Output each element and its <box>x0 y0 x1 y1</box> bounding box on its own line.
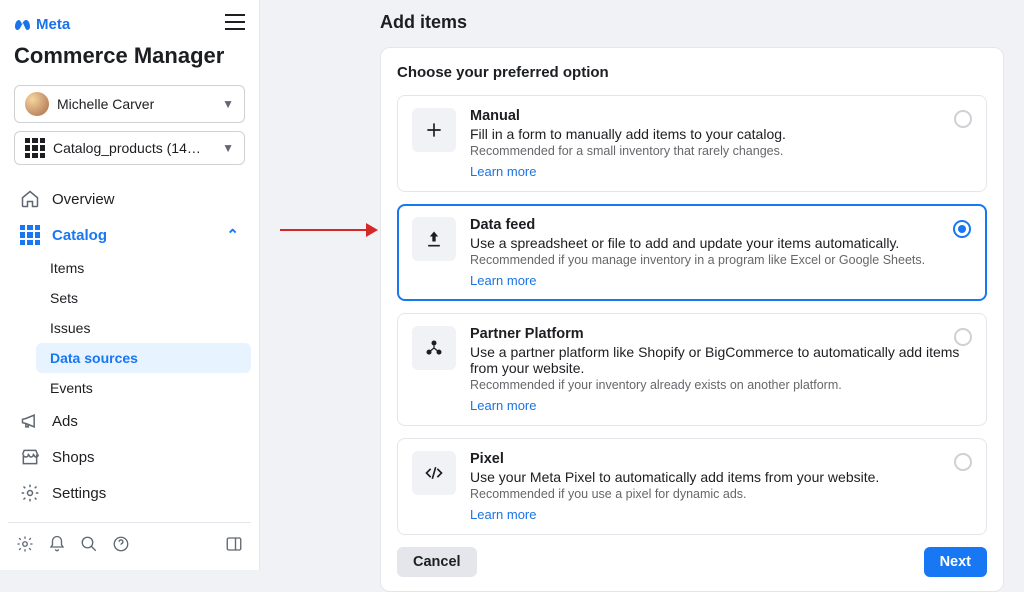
panel-toggle-icon[interactable] <box>225 535 243 558</box>
options-panel: Choose your preferred option Manual Fill… <box>380 47 1004 592</box>
option-partner-platform[interactable]: Partner Platform Use a partner platform … <box>397 313 987 426</box>
sidebar-subitem-issues[interactable]: Issues <box>36 313 251 343</box>
meta-icon <box>14 19 32 31</box>
catalog-dropdown[interactable]: Catalog_products (14474070… ▼ <box>14 131 245 165</box>
catalog-label: Catalog_products (14474070… <box>53 140 203 156</box>
menu-icon[interactable] <box>225 14 245 35</box>
sidebar-item-label: Settings <box>52 485 106 502</box>
learn-more-link[interactable]: Learn more <box>470 164 786 179</box>
help-icon[interactable] <box>112 535 130 558</box>
option-title: Data feed <box>470 217 925 233</box>
radio-button[interactable] <box>954 453 972 471</box>
radio-button[interactable] <box>953 220 971 238</box>
upload-icon <box>412 217 456 261</box>
option-rec: Recommended for a small inventory that r… <box>470 144 786 158</box>
option-pixel[interactable]: Pixel Use your Meta Pixel to automatical… <box>397 438 987 535</box>
account-dropdown[interactable]: Michelle Carver ▼ <box>14 85 245 123</box>
option-desc: Use a spreadsheet or file to add and upd… <box>470 235 925 251</box>
sidebar-item-label: Overview <box>52 191 115 208</box>
code-icon <box>412 451 456 495</box>
page-title: Add items <box>380 6 1004 47</box>
option-manual[interactable]: Manual Fill in a form to manually add it… <box>397 95 987 192</box>
partner-icon <box>412 326 456 370</box>
option-title: Manual <box>470 108 786 124</box>
sidebar-item-label: Catalog <box>52 227 107 244</box>
sidebar-item-label: Shops <box>52 449 95 466</box>
grid-icon <box>25 138 45 158</box>
chevron-down-icon: ▼ <box>222 141 234 155</box>
sidebar: Meta Commerce Manager Michelle Carver ▼ … <box>0 0 260 570</box>
sidebar-item-overview[interactable]: Overview <box>8 181 251 217</box>
nav: Overview Catalog ⌃ Items Sets Issues Dat… <box>8 181 251 511</box>
learn-more-link[interactable]: Learn more <box>470 398 972 413</box>
cancel-button[interactable]: Cancel <box>397 547 477 577</box>
option-data-feed[interactable]: Data feed Use a spreadsheet or file to a… <box>397 204 987 301</box>
app-title: Commerce Manager <box>8 43 251 81</box>
main-content: Add items Choose your preferred option M… <box>260 0 1024 570</box>
panel-title: Choose your preferred option <box>397 64 987 81</box>
option-title: Pixel <box>470 451 879 467</box>
sidebar-subitem-sets[interactable]: Sets <box>36 283 251 313</box>
sidebar-subitem-items[interactable]: Items <box>36 253 251 283</box>
chevron-up-icon: ⌃ <box>226 226 239 244</box>
option-rec: Recommended if you manage inventory in a… <box>470 253 925 267</box>
avatar <box>25 92 49 116</box>
search-icon[interactable] <box>80 535 98 558</box>
sidebar-item-ads[interactable]: Ads <box>8 403 251 439</box>
option-rec: Recommended if your inventory already ex… <box>470 378 972 392</box>
brand-text: Meta <box>36 16 70 33</box>
option-desc: Use a partner platform like Shopify or B… <box>470 344 972 376</box>
option-title: Partner Platform <box>470 326 972 342</box>
learn-more-link[interactable]: Learn more <box>470 273 925 288</box>
megaphone-icon <box>20 411 40 431</box>
sidebar-item-settings[interactable]: Settings <box>8 475 251 511</box>
option-rec: Recommended if you use a pixel for dynam… <box>470 487 879 501</box>
radio-button[interactable] <box>954 328 972 346</box>
meta-logo[interactable]: Meta <box>14 16 70 33</box>
plus-icon <box>412 108 456 152</box>
sidebar-item-label: Ads <box>52 413 78 430</box>
next-button[interactable]: Next <box>924 547 987 577</box>
gear-icon[interactable] <box>16 535 34 558</box>
home-icon <box>20 189 40 209</box>
catalog-icon <box>20 225 40 245</box>
annotation-arrow-icon <box>280 222 378 238</box>
storefront-icon <box>20 447 40 467</box>
gear-icon <box>20 483 40 503</box>
sidebar-subitem-events[interactable]: Events <box>36 373 251 403</box>
option-desc: Fill in a form to manually add items to … <box>470 126 786 142</box>
sidebar-item-catalog[interactable]: Catalog ⌃ <box>8 217 251 253</box>
chevron-down-icon: ▼ <box>222 97 234 111</box>
radio-button[interactable] <box>954 110 972 128</box>
account-name: Michelle Carver <box>57 96 154 112</box>
sidebar-subitem-data-sources[interactable]: Data sources <box>36 343 251 373</box>
bell-icon[interactable] <box>48 535 66 558</box>
sidebar-item-shops[interactable]: Shops <box>8 439 251 475</box>
learn-more-link[interactable]: Learn more <box>470 507 879 522</box>
option-desc: Use your Meta Pixel to automatically add… <box>470 469 879 485</box>
